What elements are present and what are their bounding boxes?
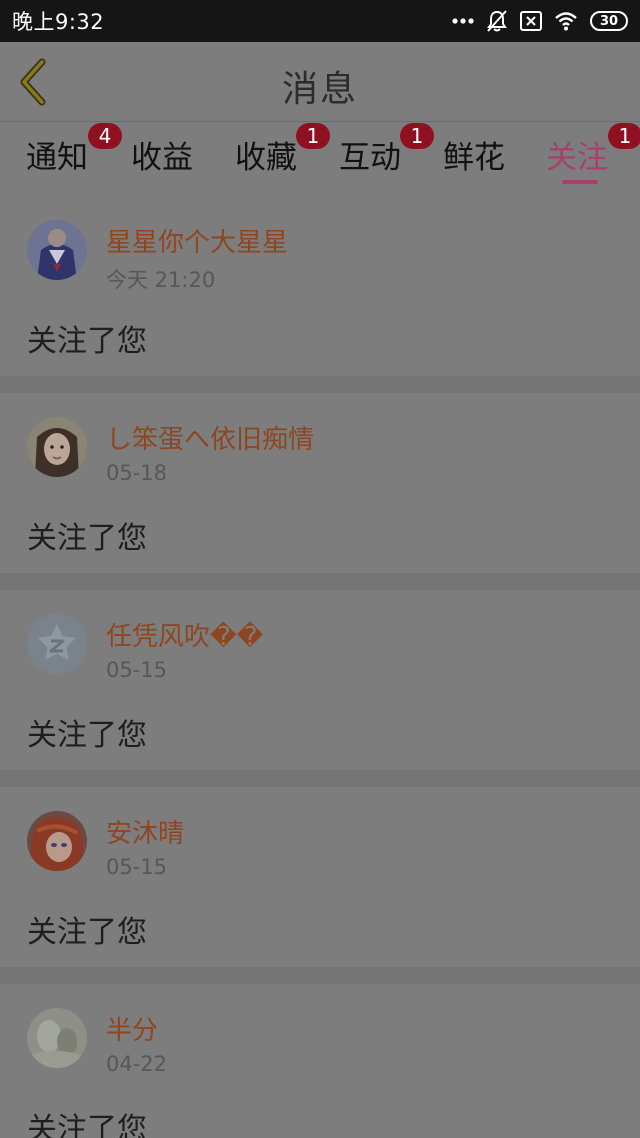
message-text: 关注了您 <box>27 324 147 359</box>
username[interactable]: 半分 <box>106 1010 158 1047</box>
timestamp: 05-15 <box>106 658 168 682</box>
bell-muted-icon <box>486 9 508 33</box>
avatar[interactable] <box>27 220 87 280</box>
tab-flowers[interactable]: 鲜花 <box>443 132 505 177</box>
status-bar: 晚上9:32 30 <box>0 0 640 42</box>
avatar[interactable] <box>27 614 87 674</box>
divider <box>0 770 640 787</box>
username[interactable]: し笨蛋へ依旧痴情 <box>106 419 314 456</box>
list-item[interactable]: 任凭风吹�� 05-15 关注了您 <box>0 590 640 770</box>
wifi-icon <box>554 11 578 31</box>
list-item[interactable]: 星星你个大星星 今天 21:20 关注了您 <box>0 196 640 376</box>
divider <box>0 573 640 590</box>
tab-label: 收藏 <box>235 140 297 176</box>
timestamp: 05-18 <box>106 461 168 485</box>
avatar[interactable] <box>27 1008 87 1068</box>
unread-badge: 1 <box>608 123 640 149</box>
list-item[interactable]: 半分 04-22 关注了您 <box>0 984 640 1138</box>
follow-list: 星星你个大星星 今天 21:20 关注了您 し笨蛋へ依旧痴情 05-18 关注了… <box>0 196 640 1138</box>
tab-favorites[interactable]: 收藏 1 <box>235 123 330 177</box>
message-text: 关注了您 <box>27 1112 147 1138</box>
tab-label: 互动 <box>339 140 401 176</box>
no-sim-icon <box>520 11 542 31</box>
more-dots-icon <box>452 17 474 25</box>
tab-notifications[interactable]: 通知 4 <box>26 123 122 177</box>
tab-label: 鲜花 <box>443 140 505 176</box>
tab-following[interactable]: 关注 1 <box>546 123 640 177</box>
battery-icon: 30 <box>590 11 628 31</box>
unread-badge: 4 <box>88 123 122 149</box>
tab-label: 关注 <box>546 140 608 176</box>
username[interactable]: 任凭风吹�� <box>106 616 263 653</box>
list-item[interactable]: し笨蛋へ依旧痴情 05-18 关注了您 <box>0 393 640 573</box>
username[interactable]: 星星你个大星星 <box>106 222 288 259</box>
tab-bar: 通知 4 收益 收藏 1 互动 1 鲜花 关注 1 <box>0 122 640 196</box>
active-tab-indicator <box>562 180 598 184</box>
timestamp: 04-22 <box>106 1052 168 1076</box>
unread-badge: 1 <box>400 123 434 149</box>
messages-screen: 晚上9:32 30 消息 通知 4 收益 收藏 1 互动 1 鲜花 关注 1 星… <box>0 0 640 1138</box>
divider <box>0 967 640 984</box>
tab-label: 通知 <box>26 140 88 176</box>
header: 消息 <box>0 42 640 122</box>
unread-badge: 1 <box>296 123 330 149</box>
page-title: 消息 <box>281 69 358 110</box>
message-text: 关注了您 <box>27 718 147 753</box>
status-time: 晚上9:32 <box>12 10 105 34</box>
avatar[interactable] <box>27 811 87 871</box>
status-icons: 30 <box>452 9 628 33</box>
tab-interactions[interactable]: 互动 1 <box>339 123 434 177</box>
divider <box>0 376 640 393</box>
username[interactable]: 安沐晴 <box>106 813 184 850</box>
timestamp: 今天 21:20 <box>106 268 216 292</box>
timestamp: 05-15 <box>106 855 168 879</box>
tab-earnings[interactable]: 收益 <box>131 132 193 177</box>
tab-label: 收益 <box>131 140 193 176</box>
message-text: 关注了您 <box>27 521 147 556</box>
avatar[interactable] <box>27 417 87 477</box>
list-item[interactable]: 安沐晴 05-15 关注了您 <box>0 787 640 967</box>
message-text: 关注了您 <box>27 915 147 950</box>
